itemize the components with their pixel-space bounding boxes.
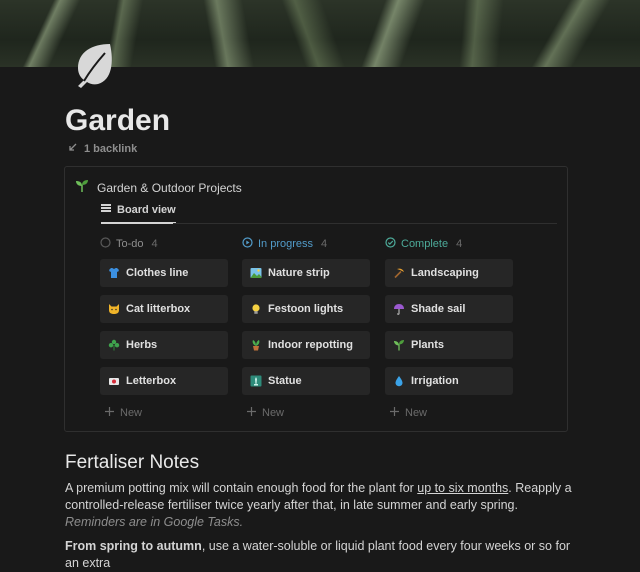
card-label: Statue (268, 375, 302, 387)
plus-icon (390, 407, 399, 419)
potted-plant-icon (249, 338, 263, 352)
card-label: Festoon lights (268, 303, 344, 315)
board-database: Garden & Outdoor Projects Board view To-… (64, 166, 568, 432)
card-label: Letterbox (126, 375, 177, 387)
pick-icon (392, 266, 406, 280)
column-count: 4 (151, 238, 158, 250)
board-card[interactable]: Irrigation (385, 367, 513, 395)
board-column-complete: Complete 4 Landscaping Shade sail Plants… (385, 237, 513, 419)
board-card[interactable]: Landscaping (385, 259, 513, 287)
column-header[interactable]: To-do 4 (100, 237, 228, 251)
check-circle-icon (385, 237, 396, 251)
notes-paragraph-1: A premium potting mix will contain enoug… (65, 480, 573, 531)
board-card[interactable]: Plants (385, 331, 513, 359)
card-label: Plants (411, 339, 445, 351)
column-count: 4 (321, 238, 328, 250)
card-label: Indoor repotting (268, 339, 353, 351)
board-card[interactable]: Nature strip (242, 259, 370, 287)
page-title: Garden (65, 104, 171, 137)
italic-note: Reminders are in Google Tasks. (65, 515, 244, 529)
database-title[interactable]: Garden & Outdoor Projects (75, 179, 242, 196)
play-circle-icon (242, 237, 253, 251)
board-card[interactable]: Letterbox (100, 367, 228, 395)
column-count: 4 (456, 238, 463, 250)
lightbulb-icon (249, 302, 263, 316)
tab-board-view[interactable]: Board view (101, 203, 176, 224)
column-header[interactable]: In progress 4 (242, 237, 370, 251)
new-card-button[interactable]: New (105, 407, 228, 419)
new-card-label: New (262, 407, 285, 419)
highlighted-text: up to six months (417, 481, 509, 495)
arrow-down-left-icon (68, 142, 78, 155)
card-label: Irrigation (411, 375, 459, 387)
board-card[interactable]: Indoor repotting (242, 331, 370, 359)
new-card-label: New (405, 407, 428, 419)
backlink-label: 1 backlink (84, 142, 138, 155)
column-name: To-do (116, 238, 144, 250)
bold-text: From spring to autumn (65, 539, 202, 553)
card-label: Shade sail (411, 303, 466, 315)
leaf-icon[interactable] (70, 40, 118, 88)
board-card[interactable]: Herbs (100, 331, 228, 359)
column-name: In progress (258, 238, 314, 250)
column-name: Complete (401, 238, 449, 250)
column-header[interactable]: Complete 4 (385, 237, 513, 251)
seedling-icon (392, 338, 406, 352)
board-column-in-progress: In progress 4 Nature strip Festoon light… (242, 237, 370, 419)
droplet-icon (392, 374, 406, 388)
paragraph-text: A premium potting mix will contain enoug… (65, 481, 418, 495)
board-card[interactable]: Shade sail (385, 295, 513, 323)
new-card-label: New (120, 407, 143, 419)
notes-paragraph-2: From spring to autumn, use a water-solub… (65, 538, 573, 572)
seedling-icon (75, 179, 89, 196)
mailbox-icon (107, 374, 121, 388)
card-label: Landscaping (411, 267, 479, 279)
board-card[interactable]: Festoon lights (242, 295, 370, 323)
board-card[interactable]: Clothes line (100, 259, 228, 287)
circle-icon (100, 237, 111, 251)
plus-icon (105, 407, 114, 419)
tab-board-view-label: Board view (117, 203, 176, 216)
board-column-todo: To-do 4 Clothes line Cat litterbox Herbs… (100, 237, 228, 419)
database-title-text: Garden & Outdoor Projects (97, 180, 242, 195)
new-card-button[interactable]: New (390, 407, 513, 419)
statue-icon (249, 374, 263, 388)
card-label: Cat litterbox (126, 303, 191, 315)
plus-icon (247, 407, 256, 419)
board-card[interactable]: Cat litterbox (100, 295, 228, 323)
landscape-icon (249, 266, 263, 280)
shamrock-icon (107, 338, 121, 352)
new-card-button[interactable]: New (247, 407, 370, 419)
board-card[interactable]: Statue (242, 367, 370, 395)
backlink[interactable]: 1 backlink (68, 142, 137, 155)
card-label: Clothes line (126, 267, 189, 279)
board-view-icon (101, 203, 111, 216)
notes-heading: Fertaliser Notes (65, 452, 200, 473)
umbrella-icon (392, 302, 406, 316)
shirt-icon (107, 266, 121, 280)
card-label: Nature strip (268, 267, 330, 279)
cat-icon (107, 302, 121, 316)
tab-divider (173, 223, 557, 224)
card-label: Herbs (126, 339, 158, 351)
